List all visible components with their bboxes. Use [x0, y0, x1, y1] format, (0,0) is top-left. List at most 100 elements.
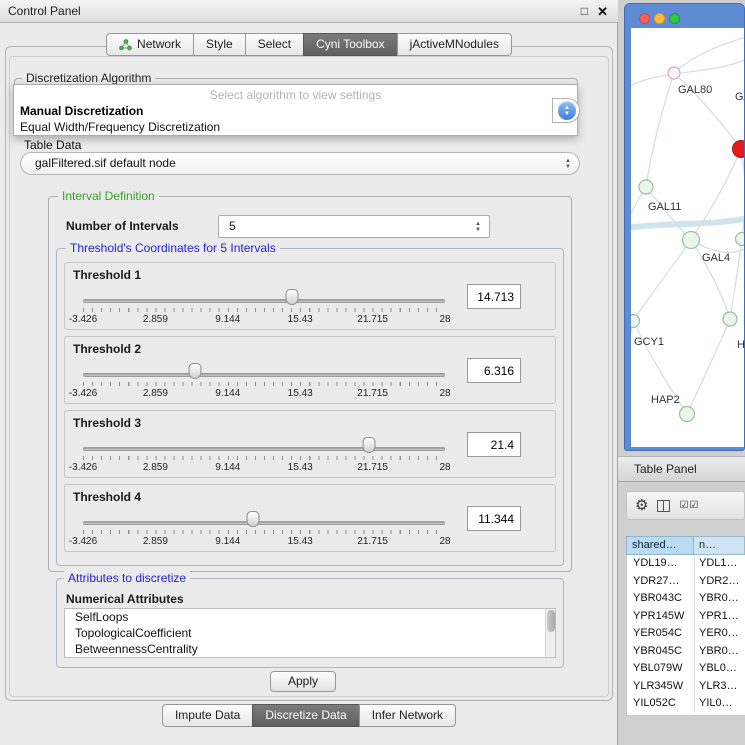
- interval-definition-legend: Interval Definition: [58, 189, 159, 203]
- node-label: GA: [735, 91, 745, 103]
- cell[interactable]: YLR345W: [627, 678, 695, 696]
- tab-jactivemodules[interactable]: jActiveMNodules: [397, 33, 512, 56]
- slider-thumb[interactable]: [247, 511, 260, 527]
- table-row[interactable]: YDR27…YDR2…: [627, 573, 745, 591]
- node-gal11[interactable]: [639, 180, 653, 194]
- select-columns-icon[interactable]: ☑☑: [679, 500, 699, 511]
- list-item[interactable]: SelfLoops: [65, 609, 555, 625]
- slider-track[interactable]: [83, 373, 445, 377]
- node-gal80[interactable]: [668, 67, 680, 79]
- node-selected-red[interactable]: [733, 141, 745, 158]
- threshold-slider[interactable]: -3.4262.8599.14415.4321.71528: [83, 411, 445, 479]
- threshold-value-field[interactable]: [467, 358, 521, 383]
- cell[interactable]: YDR2…: [695, 573, 745, 591]
- network-icon: [119, 39, 132, 51]
- slider-thumb[interactable]: [362, 437, 375, 453]
- slider-thumb[interactable]: [189, 363, 202, 379]
- table-data-combobox[interactable]: galFiltered.sif default node ▲▼: [20, 152, 580, 175]
- cell[interactable]: YBR0…: [695, 590, 745, 608]
- tab-impute-data[interactable]: Impute Data: [162, 704, 253, 727]
- node-hap2[interactable]: [680, 407, 695, 422]
- slider-thumb[interactable]: [285, 289, 298, 305]
- table-row[interactable]: YPR145WYPR1…: [627, 608, 745, 626]
- column-header-name[interactable]: n…: [694, 536, 745, 555]
- tab-label: Style: [206, 34, 233, 55]
- threshold-value-field[interactable]: [467, 506, 521, 531]
- node-h[interactable]: [723, 312, 737, 326]
- cell[interactable]: YPR1…: [695, 608, 745, 626]
- number-of-intervals-combobox[interactable]: 5 ▲▼: [218, 215, 490, 238]
- list-scrollbar[interactable]: [545, 609, 555, 657]
- node-gcy1[interactable]: [631, 315, 640, 328]
- dropdown-option-equal-width[interactable]: Equal Width/Frequency Discretization: [20, 120, 220, 134]
- table-row[interactable]: YER054CYER0…: [627, 625, 745, 643]
- tab-select[interactable]: Select: [245, 33, 304, 56]
- threshold-slider[interactable]: -3.4262.8599.14415.4321.71528: [83, 337, 445, 405]
- cell[interactable]: YBR0…: [695, 643, 745, 661]
- tab-label: jActiveMNodules: [410, 34, 499, 55]
- threshold-slider[interactable]: -3.4262.8599.14415.4321.71528: [83, 263, 445, 331]
- gear-icon[interactable]: ⚙: [635, 498, 648, 513]
- algorithm-combobox[interactable]: ▲▼: [552, 98, 580, 123]
- table-row[interactable]: YLR345WYLR3…: [627, 678, 745, 696]
- cell[interactable]: YIL052C: [627, 695, 695, 713]
- slider-tick-labels: -3.4262.8599.14415.4321.71528: [83, 314, 445, 326]
- cell[interactable]: YER0…: [695, 625, 745, 643]
- table-row[interactable]: YBR043CYBR0…: [627, 590, 745, 608]
- cell[interactable]: YDL1…: [695, 555, 745, 573]
- cell[interactable]: YBL079W: [627, 660, 695, 678]
- cell[interactable]: YDL19…: [627, 555, 695, 573]
- mac-minimize-button[interactable]: [654, 13, 665, 24]
- slider-track[interactable]: [83, 521, 445, 525]
- node-label: GAL11: [648, 201, 681, 213]
- cell[interactable]: YBR045C: [627, 643, 695, 661]
- control-panel-tab-bar: Network Style Select Cyni Toolbox jActiv…: [0, 33, 618, 56]
- apply-button[interactable]: Apply: [270, 671, 336, 692]
- cell[interactable]: YBR043C: [627, 590, 695, 608]
- threshold-value-field[interactable]: [467, 432, 521, 457]
- mac-close-button[interactable]: [639, 13, 650, 24]
- list-item[interactable]: BetweennessCentrality: [65, 641, 555, 657]
- table-row[interactable]: YIL052CYIL0…: [627, 695, 745, 713]
- table-row[interactable]: YBR045CYBR0…: [627, 643, 745, 661]
- node-right-edge[interactable]: [736, 233, 745, 246]
- cell[interactable]: YBL0…: [695, 660, 745, 678]
- list-item[interactable]: TopologicalCoefficient: [65, 625, 555, 641]
- slider-track[interactable]: [83, 299, 445, 303]
- table-row[interactable]: YDL19…YDL1…: [627, 555, 745, 573]
- cell[interactable]: YER054C: [627, 625, 695, 643]
- slider-track[interactable]: [83, 447, 445, 451]
- columns-icon[interactable]: [657, 500, 670, 512]
- table-data-label: Table Data: [24, 138, 81, 152]
- close-icon[interactable]: ✕: [597, 0, 608, 23]
- table-row[interactable]: YBL079WYBL0…: [627, 660, 745, 678]
- cell[interactable]: YPR145W: [627, 608, 695, 626]
- dropdown-option-manual-discretization[interactable]: Manual Discretization: [20, 104, 143, 118]
- table-panel-title: Table Panel: [634, 457, 697, 481]
- tab-label: Discretize Data: [265, 705, 346, 726]
- combobox-stepper-icon: ▲▼: [565, 158, 571, 170]
- cell[interactable]: YIL0…: [695, 695, 745, 713]
- combobox-stepper-icon[interactable]: ▲▼: [558, 101, 576, 120]
- tab-label: Infer Network: [372, 705, 443, 726]
- cell[interactable]: YLR3…: [695, 678, 745, 696]
- control-panel-titlebar: Control Panel □ ✕: [0, 0, 618, 23]
- mac-zoom-button[interactable]: [669, 13, 680, 24]
- tab-label: Cyni Toolbox: [316, 34, 384, 55]
- network-view-window[interactable]: GAL80 GA GAL11 GAL4 GCY1 H HAP2: [624, 3, 745, 451]
- column-header-shared-name[interactable]: shared…: [626, 536, 694, 555]
- node-label: GAL4: [702, 252, 730, 264]
- table-toolbar: ⚙ ☑☑: [626, 491, 745, 520]
- tab-cyni-toolbox[interactable]: Cyni Toolbox: [303, 33, 397, 56]
- tab-infer-network[interactable]: Infer Network: [359, 704, 456, 727]
- float-window-icon[interactable]: □: [581, 0, 588, 23]
- thresholds-legend: Threshold's Coordinates for 5 Intervals: [66, 241, 280, 255]
- scrollbar-thumb[interactable]: [547, 610, 555, 632]
- node-gal4[interactable]: [683, 232, 700, 249]
- cell[interactable]: YDR27…: [627, 573, 695, 591]
- tab-network[interactable]: Network: [106, 33, 194, 56]
- tab-discretize-data[interactable]: Discretize Data: [252, 704, 359, 727]
- threshold-value-field[interactable]: [467, 284, 521, 309]
- tab-style[interactable]: Style: [193, 33, 246, 56]
- threshold-slider[interactable]: -3.4262.8599.14415.4321.71528: [83, 485, 445, 553]
